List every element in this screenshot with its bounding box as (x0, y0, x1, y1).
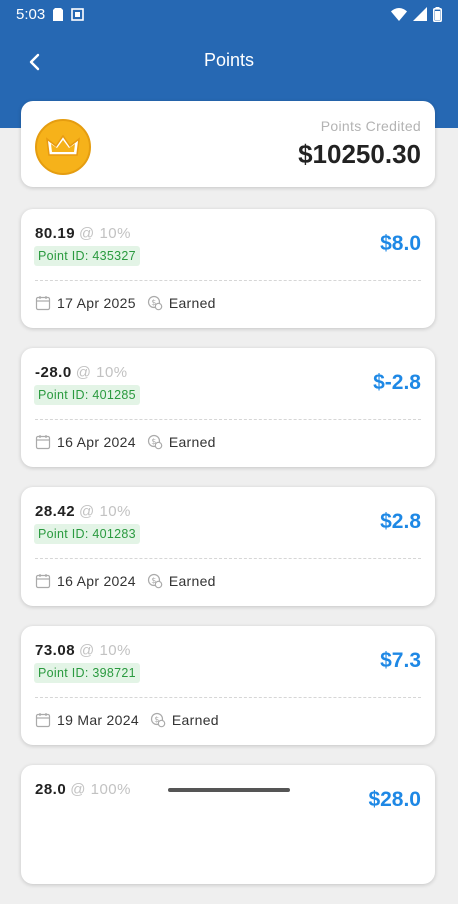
points-rate: @ 10% (79, 225, 131, 242)
points-card[interactable]: 73.08 @ 10% Point ID: 398721 $7.3 19 Mar … (21, 626, 435, 745)
points-rate: @ 10% (79, 642, 131, 659)
dashed-divider (35, 697, 421, 698)
points-card[interactable]: -28.0 @ 10% Point ID: 401285 $-2.8 16 Apr… (21, 348, 435, 467)
dashed-divider (35, 280, 421, 281)
points-amount: $7.3 (380, 649, 421, 672)
points-value: -28.0 (35, 364, 72, 381)
crown-icon (46, 135, 80, 156)
points-card[interactable]: 28.42 @ 10% Point ID: 401283 $2.8 16 Apr … (21, 487, 435, 606)
points-amount: $28.0 (368, 788, 421, 811)
point-id-badge: Point ID: 401285 (34, 385, 140, 405)
points-value-row: 73.08 @ 10% (35, 642, 131, 659)
points-date: 16 Apr 2024 (57, 434, 136, 450)
dashed-divider (35, 419, 421, 420)
crown-badge (35, 119, 91, 175)
calendar-icon (35, 574, 51, 589)
points-meta: 16 Apr 2024 $ Earned (35, 434, 216, 450)
points-value-row: 28.0 @ 100% (35, 781, 131, 798)
points-date: 16 Apr 2024 (57, 573, 136, 589)
battery-icon (433, 6, 442, 22)
coin-icon: $ (147, 295, 163, 311)
sim-card-icon (53, 7, 64, 21)
calendar-icon (35, 296, 51, 311)
points-value: 28.42 (35, 503, 76, 520)
points-value: 80.19 (35, 225, 76, 242)
screenshot-icon (71, 7, 85, 21)
coin-icon: $ (150, 712, 166, 728)
calendar-icon (35, 435, 51, 450)
points-status: Earned (168, 434, 216, 450)
points-rate: @ 10% (75, 364, 128, 381)
page-title: Points (203, 50, 255, 70)
points-meta: 17 Apr 2025 $ Earned (35, 295, 216, 311)
calendar-icon (35, 713, 51, 728)
points-total: $10250.30 (298, 139, 421, 169)
coin-icon: $ (147, 434, 163, 450)
points-rate: @ 10% (79, 503, 131, 520)
points-value-row: 28.42 @ 10% (35, 503, 131, 520)
points-rate: @ 100% (70, 781, 131, 798)
points-meta: 16 Apr 2024 $ Earned (35, 573, 216, 589)
points-status: Earned (168, 295, 216, 311)
home-indicator[interactable] (168, 788, 290, 792)
status-bar: 5:03 (0, 0, 458, 28)
point-id-badge: Point ID: 435327 (34, 246, 140, 266)
point-id-badge: Point ID: 401283 (34, 524, 140, 544)
points-value-row: -28.0 @ 10% (35, 364, 128, 381)
status-time: 5:03 (16, 5, 46, 23)
coin-icon: $ (147, 573, 163, 589)
points-value: 28.0 (35, 781, 67, 798)
dashed-divider (35, 558, 421, 559)
points-amount: $8.0 (380, 232, 421, 255)
points-date: 19 Mar 2024 (57, 712, 139, 728)
points-amount: $-2.8 (373, 371, 421, 394)
wifi-icon (391, 7, 407, 21)
point-id-badge: Point ID: 398721 (34, 663, 140, 683)
points-summary-card: Points Credited $10250.30 (21, 101, 435, 187)
points-card[interactable]: 80.19 @ 10% Point ID: 435327 $8.0 17 Apr … (21, 209, 435, 328)
signal-icon (413, 7, 427, 21)
points-value-row: 80.19 @ 10% (35, 225, 131, 242)
points-amount: $2.8 (380, 510, 421, 533)
points-card[interactable]: 28.0 @ 100% $28.0 (21, 765, 435, 884)
points-status: Earned (171, 712, 219, 728)
points-credited-label: Points Credited (320, 118, 421, 134)
points-value: 73.08 (35, 642, 76, 659)
points-date: 17 Apr 2025 (57, 295, 136, 311)
points-meta: 19 Mar 2024 $ Earned (35, 712, 219, 728)
points-status: Earned (168, 573, 216, 589)
